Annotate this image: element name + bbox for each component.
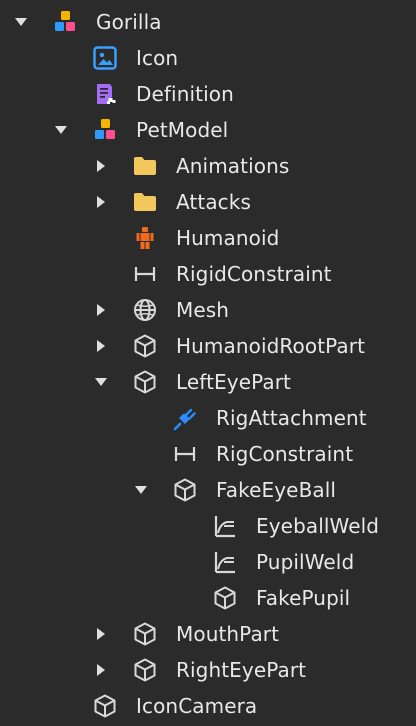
constraint-icon (131, 260, 159, 288)
tree-row-lefteyepart[interactable]: LeftEyePart (0, 364, 416, 400)
tree-row-label: Gorilla (96, 10, 162, 34)
tree-row-fakeeyeball[interactable]: FakeEyeBall (0, 472, 416, 508)
tree-row-label: Mesh (176, 298, 230, 322)
folder-icon (131, 188, 159, 216)
tree-row-righteyepart[interactable]: RightEyePart (0, 652, 416, 688)
tree-row-humanoidrootpart[interactable]: HumanoidRootPart (0, 328, 416, 364)
tree-row-animations[interactable]: Animations (0, 148, 416, 184)
tree-row-attacks[interactable]: Attacks (0, 184, 416, 220)
tree-row-label: EyeballWeld (256, 514, 380, 538)
tree-row-gorilla[interactable]: Gorilla (0, 4, 416, 40)
image-icon (91, 44, 119, 72)
tree-row-rigconstraint[interactable]: RigConstraint (0, 436, 416, 472)
tree-row-label: Humanoid (176, 226, 280, 250)
tree-row-label: HumanoidRootPart (176, 334, 366, 358)
model-icon (51, 8, 79, 36)
expand-arrow-icon[interactable] (92, 301, 110, 319)
tree-row-label: RightEyePart (176, 658, 307, 682)
tree-row-humanoid[interactable]: Humanoid (0, 220, 416, 256)
tree-row-pupilweld[interactable]: PupilWeld (0, 544, 416, 580)
tree-row-petmodel[interactable]: PetModel (0, 112, 416, 148)
expand-arrow-icon[interactable] (92, 661, 110, 679)
tree-row-rigattachment[interactable]: RigAttachment (0, 400, 416, 436)
tree-row-label: Definition (136, 82, 234, 106)
part-icon (131, 368, 159, 396)
weld-icon (211, 512, 239, 540)
collapse-arrow-icon[interactable] (132, 481, 150, 499)
folder-icon (131, 152, 159, 180)
part-icon (131, 656, 159, 684)
tree-row-label: FakePupil (256, 586, 351, 610)
weld-icon (211, 548, 239, 576)
part-icon (171, 476, 199, 504)
collapse-arrow-icon[interactable] (52, 121, 70, 139)
attachment-icon (171, 404, 199, 432)
model-icon (91, 116, 119, 144)
part-icon (211, 584, 239, 612)
tree-row-label: PetModel (136, 118, 229, 142)
tree-row-label: IconCamera (136, 694, 258, 718)
module-script-icon (91, 80, 119, 108)
tree-row-icon[interactable]: Icon (0, 40, 416, 76)
tree-row-label: Animations (176, 154, 290, 178)
expand-arrow-icon[interactable] (92, 157, 110, 175)
tree-row-fakepupil[interactable]: FakePupil (0, 580, 416, 616)
part-icon (91, 692, 119, 720)
tree-row-iconcamera[interactable]: IconCamera (0, 688, 416, 724)
tree-row-label: Attacks (176, 190, 251, 214)
tree-row-label: RigAttachment (216, 406, 367, 430)
tree-row-label: PupilWeld (256, 550, 355, 574)
mesh-icon (131, 296, 159, 324)
humanoid-icon (131, 224, 159, 252)
part-icon (131, 332, 159, 360)
part-icon (131, 620, 159, 648)
tree-row-label: RigConstraint (216, 442, 354, 466)
collapse-arrow-icon[interactable] (92, 373, 110, 391)
expand-arrow-icon[interactable] (92, 193, 110, 211)
tree-row-label: LeftEyePart (176, 370, 291, 394)
constraint-icon (171, 440, 199, 468)
tree-row-label: FakeEyeBall (216, 478, 337, 502)
expand-arrow-icon[interactable] (92, 337, 110, 355)
tree-row-label: MouthPart (176, 622, 280, 646)
explorer-tree: Gorilla Icon Definition PetModel Animati… (0, 0, 416, 726)
tree-row-eyeballweld[interactable]: EyeballWeld (0, 508, 416, 544)
expand-arrow-icon[interactable] (92, 625, 110, 643)
tree-row-label: Icon (136, 46, 179, 70)
tree-row-label: RigidConstraint (176, 262, 332, 286)
tree-row-rigidconstraint[interactable]: RigidConstraint (0, 256, 416, 292)
tree-row-definition[interactable]: Definition (0, 76, 416, 112)
tree-row-mouthpart[interactable]: MouthPart (0, 616, 416, 652)
tree-row-mesh[interactable]: Mesh (0, 292, 416, 328)
collapse-arrow-icon[interactable] (12, 13, 30, 31)
